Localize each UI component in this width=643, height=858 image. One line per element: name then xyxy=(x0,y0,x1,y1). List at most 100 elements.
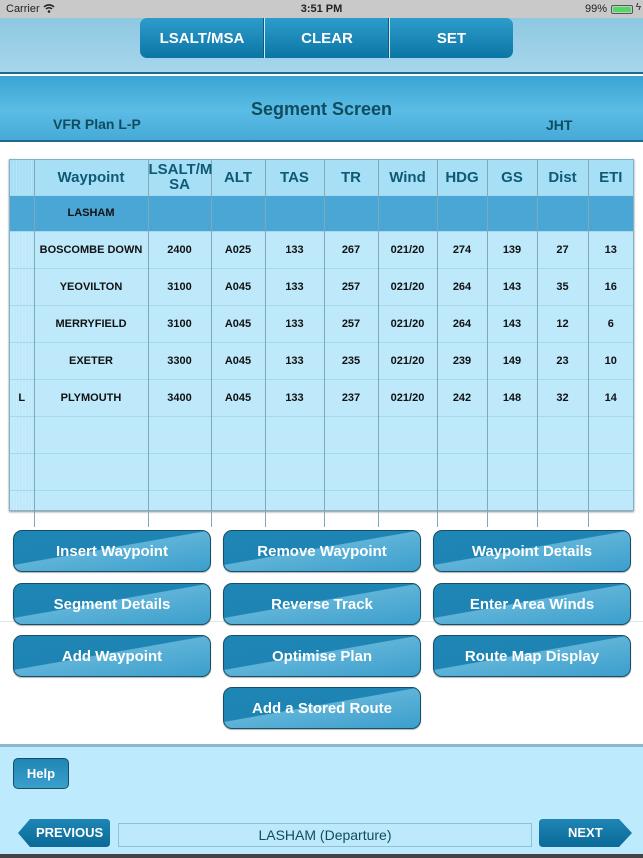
col-header-dist: Dist xyxy=(537,160,589,195)
insert-waypoint-button[interactable]: Insert Waypoint xyxy=(13,530,211,572)
waypoint-details-button[interactable]: Waypoint Details xyxy=(433,530,631,572)
cell-wind: 021/20 xyxy=(378,230,438,268)
cell-lsalt xyxy=(148,489,212,527)
bottom-edge xyxy=(0,854,643,858)
cell-eti xyxy=(588,194,633,231)
cell-alt xyxy=(211,452,266,490)
cell-tas: 133 xyxy=(265,230,325,268)
col-header-alt: ALT xyxy=(211,160,266,195)
cell-lsalt: 3300 xyxy=(148,341,212,379)
segment-table: Waypoint LSALT/M SA ALT TAS TR Wind HDG … xyxy=(9,159,634,527)
cell-flag xyxy=(10,489,35,527)
previous-button[interactable]: PREVIOUS xyxy=(18,819,110,847)
table-row[interactable]: YEOVILTON 3100 A045 133 257 021/20 264 143 35 16 xyxy=(10,267,633,305)
cell-wind xyxy=(378,194,438,231)
table-row[interactable] xyxy=(10,452,633,490)
clock: 3:51 PM xyxy=(300,3,343,15)
table-row[interactable]: L PLYMOUTH 3400 A045 133 237 021/20 242 148 32 14 xyxy=(10,378,633,416)
cell-dist: 23 xyxy=(537,341,589,379)
add-stored-route-button[interactable]: Add a Stored Route xyxy=(223,687,421,729)
cell-dist: 12 xyxy=(537,304,589,342)
route-map-display-button[interactable]: Route Map Display xyxy=(433,635,631,677)
cell-tr: 267 xyxy=(324,230,379,268)
next-label: NEXT xyxy=(568,825,603,840)
cell-waypoint: EXETER xyxy=(34,341,149,379)
table-row[interactable] xyxy=(10,415,633,453)
cell-hdg: 242 xyxy=(437,378,488,416)
cell-waypoint xyxy=(34,489,149,527)
cell-hdg: 274 xyxy=(437,230,488,268)
cell-tr xyxy=(324,415,379,453)
enter-area-winds-button[interactable]: Enter Area Winds xyxy=(433,583,631,625)
reverse-track-button[interactable]: Reverse Track xyxy=(223,583,421,625)
cell-alt: A045 xyxy=(211,378,266,416)
set-button[interactable]: SET xyxy=(389,18,513,58)
cell-wind xyxy=(378,452,438,490)
cell-waypoint: YEOVILTON xyxy=(34,267,149,305)
cell-gs: 143 xyxy=(487,304,538,342)
lsalt-msa-button[interactable]: LSALT/MSA xyxy=(140,18,264,58)
optimise-plan-button[interactable]: Optimise Plan xyxy=(223,635,421,677)
cell-tr: 235 xyxy=(324,341,379,379)
cell-tas: 133 xyxy=(265,267,325,305)
top-toolbar: LSALT/MSA CLEAR SET xyxy=(0,18,643,74)
cell-waypoint: LASHAM xyxy=(34,194,149,231)
footer-panel: Help PREVIOUS LASHAM (Departure) NEXT xyxy=(0,744,643,854)
col-header-tr: TR xyxy=(324,160,379,195)
cell-eti: 10 xyxy=(588,341,633,379)
table-row[interactable]: EXETER 3300 A045 133 235 021/20 239 149 23 10 xyxy=(10,341,633,379)
cell-alt: A045 xyxy=(211,304,266,342)
segment-details-button[interactable]: Segment Details xyxy=(13,583,211,625)
cell-flag xyxy=(10,415,35,453)
next-button[interactable]: NEXT xyxy=(539,819,632,847)
clear-button[interactable]: CLEAR xyxy=(264,18,389,58)
cell-tas: 133 xyxy=(265,304,325,342)
cell-eti: 13 xyxy=(588,230,633,268)
cell-alt xyxy=(211,194,266,231)
cell-eti: 16 xyxy=(588,267,633,305)
cell-lsalt xyxy=(148,452,212,490)
remove-waypoint-button[interactable]: Remove Waypoint xyxy=(223,530,421,572)
cell-gs xyxy=(487,415,538,453)
help-button[interactable]: Help xyxy=(13,758,69,789)
cell-flag xyxy=(10,304,35,342)
cell-gs: 143 xyxy=(487,267,538,305)
add-waypoint-button[interactable]: Add Waypoint xyxy=(13,635,211,677)
cell-gs xyxy=(487,194,538,231)
table-row[interactable]: BOSCOMBE DOWN 2400 A025 133 267 021/20 274 139 2… xyxy=(10,230,633,268)
cell-flag xyxy=(10,341,35,379)
cell-tas xyxy=(265,194,325,231)
cell-hdg xyxy=(437,194,488,231)
cell-dist: 27 xyxy=(537,230,589,268)
cell-lsalt: 3100 xyxy=(148,304,212,342)
current-waypoint-display: LASHAM (Departure) xyxy=(118,823,532,847)
cell-gs: 139 xyxy=(487,230,538,268)
cell-waypoint xyxy=(34,452,149,490)
cell-flag xyxy=(10,194,35,231)
table-row[interactable] xyxy=(10,489,633,527)
cell-hdg xyxy=(437,452,488,490)
cell-alt xyxy=(211,415,266,453)
table-row[interactable]: LASHAM xyxy=(10,194,633,231)
cell-tas: 133 xyxy=(265,378,325,416)
cell-flag xyxy=(10,230,35,268)
cell-dist xyxy=(537,452,589,490)
col-header-lsalt: LSALT/M SA xyxy=(148,160,213,195)
cell-flag xyxy=(10,267,35,305)
cell-lsalt: 2400 xyxy=(148,230,212,268)
cell-dist: 32 xyxy=(537,378,589,416)
cell-tas: 133 xyxy=(265,341,325,379)
cell-alt: A025 xyxy=(211,230,266,268)
table-row[interactable]: MERRYFIELD 3100 A045 133 257 021/20 264 143 12 6 xyxy=(10,304,633,342)
cell-tr: 257 xyxy=(324,267,379,305)
status-bar: Carrier 3:51 PM 99% ϟ xyxy=(0,0,643,18)
cell-hdg: 264 xyxy=(437,304,488,342)
pilot-initials: JHT xyxy=(546,117,573,133)
col-header-flag xyxy=(10,160,35,195)
cell-tr xyxy=(324,194,379,231)
cell-wind: 021/20 xyxy=(378,267,438,305)
cell-flag xyxy=(10,452,35,490)
cell-tr: 257 xyxy=(324,304,379,342)
cell-wind: 021/20 xyxy=(378,341,438,379)
cell-lsalt xyxy=(148,415,212,453)
